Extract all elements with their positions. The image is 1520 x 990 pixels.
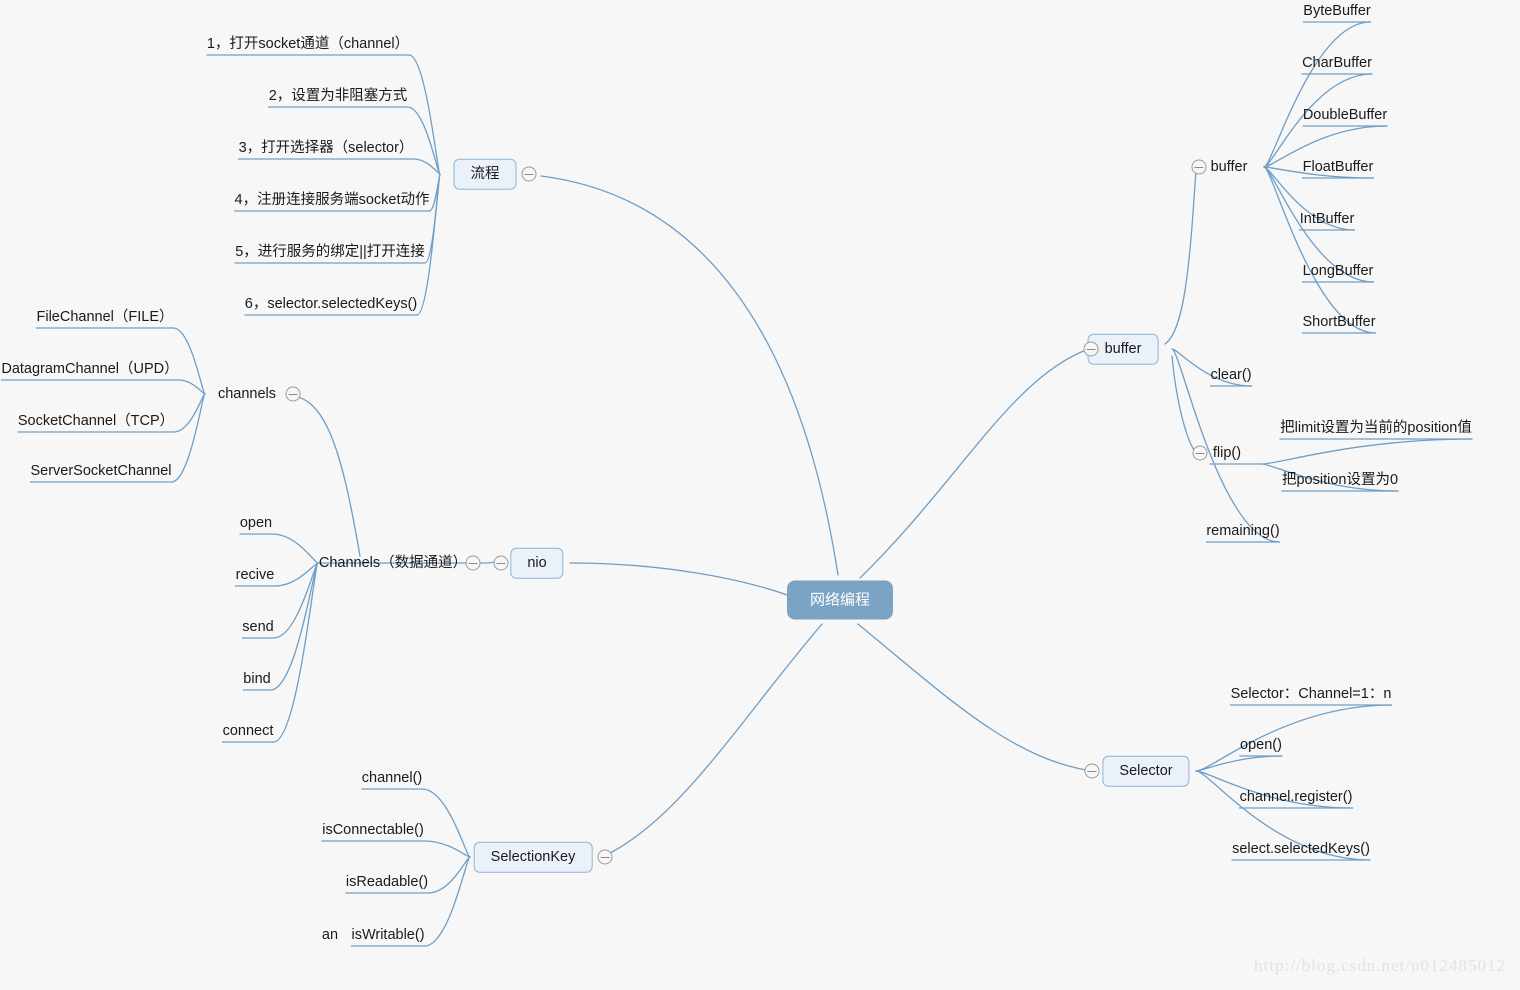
- node-channels-sub[interactable]: channels: [218, 387, 276, 402]
- buffer-method-1[interactable]: remaining(): [1206, 524, 1279, 539]
- selectionkey-method-1[interactable]: isConnectable(): [322, 823, 424, 838]
- stray-label-0[interactable]: an: [322, 928, 338, 943]
- toggle-selectionkey-icon[interactable]: [597, 849, 613, 865]
- channel-type-3[interactable]: ServerSocketChannel: [30, 464, 171, 479]
- channel-type-2[interactable]: SocketChannel（TCP）: [18, 414, 174, 429]
- toggle-selector-icon[interactable]: [1084, 763, 1100, 779]
- toggle-nio-left-icon[interactable]: [465, 555, 481, 571]
- flip-detail-1[interactable]: 把position设置为0: [1282, 473, 1398, 488]
- buffer-type-0[interactable]: ByteBuffer: [1303, 4, 1370, 19]
- toggle-buffer-types-icon[interactable]: [1191, 159, 1207, 175]
- selector-item-2[interactable]: channel.register(): [1240, 790, 1353, 805]
- toggle-buffer-icon[interactable]: [1083, 341, 1099, 357]
- channel-method-4[interactable]: connect: [223, 724, 274, 739]
- node-selectionkey[interactable]: SelectionKey: [473, 841, 593, 873]
- node-buffer-types[interactable]: buffer: [1211, 160, 1248, 175]
- node-nio[interactable]: nio: [510, 547, 564, 579]
- toggle-liucheng-icon[interactable]: [521, 166, 537, 182]
- node-liucheng[interactable]: 流程: [453, 158, 517, 190]
- flow-step-1[interactable]: 2，设置为非阻塞方式: [269, 89, 408, 104]
- node-selector[interactable]: Selector: [1102, 755, 1190, 787]
- flow-step-4[interactable]: 5，进行服务的绑定||打开连接: [235, 245, 425, 260]
- selectionkey-method-2[interactable]: isReadable(): [346, 875, 428, 890]
- node-flip[interactable]: flip(): [1213, 446, 1241, 461]
- buffer-type-4[interactable]: IntBuffer: [1300, 212, 1355, 227]
- buffer-type-3[interactable]: FloatBuffer: [1303, 160, 1374, 175]
- channel-type-1[interactable]: DatagramChannel（UPD）: [1, 362, 178, 377]
- buffer-type-2[interactable]: DoubleBuffer: [1303, 108, 1387, 123]
- watermark: http://blog.csdn.net/u012485012: [1254, 956, 1506, 975]
- flip-detail-0[interactable]: 把limit设置为当前的position值: [1280, 421, 1472, 436]
- mindmap-canvas: 网络编程 nio 流程 buffer Selector SelectionKey…: [0, 0, 1520, 990]
- selector-item-3[interactable]: select.selectedKeys(): [1232, 842, 1370, 857]
- root-node-network-programming[interactable]: 网络编程: [786, 580, 894, 620]
- flow-step-0[interactable]: 1，打开socket通道（channel）: [207, 37, 409, 52]
- selectionkey-method-0[interactable]: channel(): [362, 771, 422, 786]
- channel-method-2[interactable]: send: [242, 620, 273, 635]
- selector-item-0[interactable]: Selector：Channel=1：n: [1231, 687, 1392, 702]
- buffer-method-0[interactable]: clear(): [1210, 368, 1251, 383]
- toggle-nio-right-icon[interactable]: [493, 555, 509, 571]
- buffer-type-6[interactable]: ShortBuffer: [1302, 315, 1375, 330]
- flow-step-5[interactable]: 6，selector.selectedKeys(): [245, 297, 417, 312]
- channel-method-1[interactable]: recive: [236, 568, 275, 583]
- flow-step-3[interactable]: 4，注册连接服务端socket动作: [235, 193, 430, 208]
- toggle-channels-icon[interactable]: [285, 386, 301, 402]
- channel-method-0[interactable]: open: [240, 516, 272, 531]
- buffer-type-5[interactable]: LongBuffer: [1303, 264, 1374, 279]
- channel-method-3[interactable]: bind: [243, 672, 270, 687]
- node-channels-group[interactable]: Channels（数据通道）: [319, 556, 467, 571]
- buffer-type-1[interactable]: CharBuffer: [1302, 56, 1372, 71]
- toggle-flip-icon[interactable]: [1192, 445, 1208, 461]
- selectionkey-method-3[interactable]: isWritable(): [351, 928, 424, 943]
- channel-type-0[interactable]: FileChannel（FILE）: [37, 310, 174, 325]
- flow-step-2[interactable]: 3，打开选择器（selector）: [239, 141, 414, 156]
- selector-item-1[interactable]: open(): [1240, 738, 1282, 753]
